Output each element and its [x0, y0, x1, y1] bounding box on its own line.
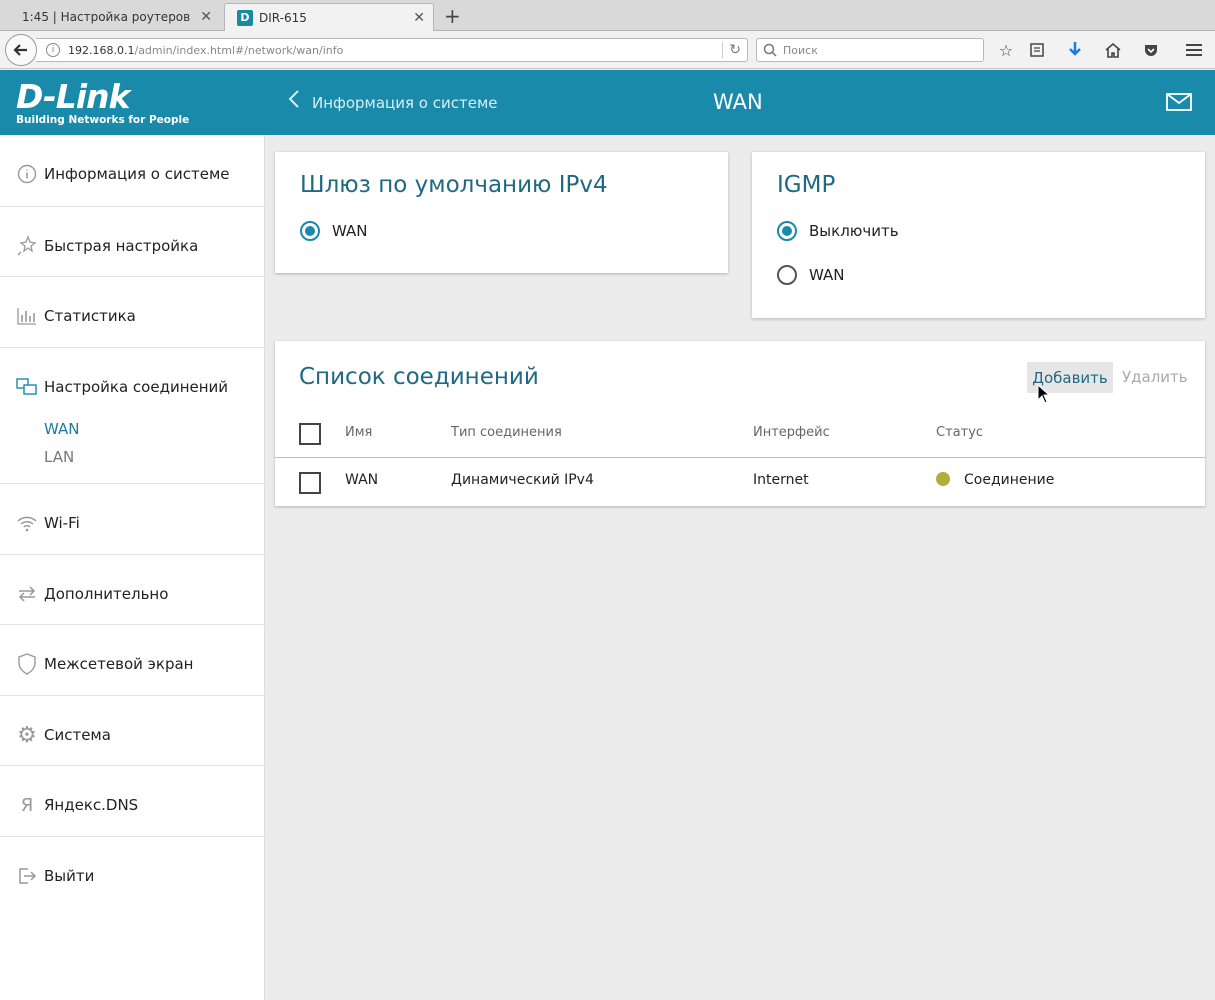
search-input[interactable]: Поиск: [756, 38, 984, 62]
column-header-type[interactable]: Тип соединения: [451, 425, 562, 440]
radio-selected-icon[interactable]: [300, 221, 320, 241]
shield-icon: [16, 653, 38, 675]
site-info-icon[interactable]: i: [46, 43, 60, 57]
sidebar-subitem-wan[interactable]: WAN: [44, 420, 80, 438]
connection-status: Соединение: [936, 472, 1054, 488]
radio-label: WAN: [809, 266, 845, 284]
yandex-icon: Я: [20, 794, 34, 816]
logout-icon: [16, 865, 38, 887]
sidebar-item-quick-setup[interactable]: Быстрая настройка: [0, 207, 265, 277]
mouse-cursor-icon: [1037, 383, 1051, 408]
sidebar-item-label: Межсетевой экран: [44, 655, 194, 673]
gateway-card-title: Шлюз по умолчанию IPv4: [300, 172, 608, 198]
back-link-label: Информация о системе: [312, 94, 498, 112]
url-path: /admin/index.html#/network/wan/info: [134, 43, 344, 57]
sidebar-item-advanced[interactable]: Дополнительно: [0, 555, 265, 625]
bookmark-star-icon[interactable]: ☆: [995, 39, 1017, 61]
sidebar-item-system[interactable]: ⚙ Система: [0, 696, 265, 766]
gateway-option-wan[interactable]: WAN: [300, 221, 368, 241]
url-bar[interactable]: i 192.168.0.1/admin/index.html#/network/…: [36, 38, 748, 62]
igmp-option-off[interactable]: Выключить: [777, 221, 899, 241]
home-icon[interactable]: [1102, 39, 1124, 61]
sidebar: Информация о системе Быстрая настройка С…: [0, 135, 265, 1000]
sidebar-item-yandex-dns[interactable]: Я Яндекс.DNS: [0, 766, 265, 837]
close-tab-icon[interactable]: ✕: [200, 9, 212, 25]
sidebar-item-label: Дополнительно: [44, 585, 169, 603]
sidebar-item-connections[interactable]: Настройка соединений WAN LAN: [0, 348, 265, 484]
connection-type: Динамический IPv4: [451, 472, 594, 488]
wifi-icon: [16, 512, 38, 534]
sidebar-subitem-lan[interactable]: LAN: [44, 448, 74, 466]
column-header-name[interactable]: Имя: [345, 425, 372, 440]
reload-icon[interactable]: ↻: [722, 42, 741, 58]
mail-icon[interactable]: [1166, 93, 1192, 115]
stats-icon: [16, 305, 38, 327]
sidebar-item-system-info[interactable]: Информация о системе: [0, 135, 265, 207]
connection-status-label: Соединение: [964, 472, 1055, 488]
delete-connection-button[interactable]: Удалить: [1122, 368, 1188, 386]
sidebar-item-label: Настройка соединений: [44, 378, 229, 396]
sidebar-item-label: Wi-Fi: [44, 514, 80, 532]
wand-icon: [16, 235, 38, 257]
pocket-icon[interactable]: [1140, 39, 1162, 61]
arrow-left-icon: [13, 44, 27, 56]
page-title: WAN: [713, 90, 763, 114]
sidebar-item-logout[interactable]: Выйти: [0, 837, 265, 907]
browser-nav-bar: i 192.168.0.1/admin/index.html#/network/…: [0, 31, 1215, 69]
chevron-left-icon: [288, 89, 300, 114]
info-icon: [16, 163, 38, 185]
radio-label: WAN: [332, 222, 368, 240]
igmp-card-title: IGMP: [777, 172, 836, 198]
sidebar-item-label: Выйти: [44, 867, 95, 885]
connection-interface: Internet: [753, 472, 809, 488]
status-dot-icon: [936, 472, 950, 486]
menu-icon[interactable]: [1183, 39, 1205, 61]
dlink-logo[interactable]: D-Link Building Networks for People: [16, 77, 190, 127]
logo-brand: D-Link: [16, 77, 130, 116]
browser-tab-active[interactable]: D DIR-615 ✕: [224, 3, 434, 31]
tab-label: DIR-615: [259, 10, 307, 25]
column-header-status[interactable]: Статус: [936, 425, 983, 440]
column-header-interface[interactable]: Интерфейс: [753, 425, 830, 440]
sidebar-item-wifi[interactable]: Wi-Fi: [0, 484, 265, 555]
gateway-card: Шлюз по умолчанию IPv4 WAN: [275, 152, 728, 273]
back-to-system-info-link[interactable]: Информация о системе: [288, 89, 498, 114]
gear-icon: ⚙: [17, 722, 37, 748]
sidebar-item-statistics[interactable]: Статистика: [0, 277, 265, 348]
row-checkbox[interactable]: [299, 472, 321, 494]
arrows-icon: [16, 583, 38, 605]
app-header: D-Link Building Networks for People Инфо…: [0, 70, 1215, 135]
reading-list-icon[interactable]: [1026, 39, 1048, 61]
logo-tagline: Building Networks for People: [16, 114, 190, 126]
sidebar-item-label: Яндекс.DNS: [44, 796, 139, 814]
browser-tab[interactable]: 1:45 | Настройка роутеров ✕: [10, 3, 220, 31]
search-placeholder: Поиск: [783, 43, 818, 57]
table-header-divider: [275, 457, 1205, 458]
igmp-card: IGMP Выключить WAN: [752, 152, 1205, 318]
sidebar-item-label: Быстрая настройка: [44, 237, 199, 255]
radio-unselected-icon[interactable]: [777, 265, 797, 285]
dlink-favicon-icon: D: [237, 9, 253, 26]
tab-label: 1:45 | Настройка роутеров: [22, 10, 191, 24]
browser-tab-bar: 1:45 | Настройка роутеров ✕ D DIR-615 ✕ …: [0, 0, 1215, 31]
select-all-checkbox[interactable]: [299, 423, 321, 445]
search-icon: [763, 43, 777, 57]
connection-name: WAN: [345, 472, 379, 488]
sidebar-item-label: Система: [44, 726, 111, 744]
igmp-option-wan[interactable]: WAN: [777, 265, 845, 285]
radio-selected-icon[interactable]: [777, 221, 797, 241]
sidebar-item-firewall[interactable]: Межсетевой экран: [0, 625, 265, 696]
radio-label: Выключить: [809, 222, 899, 240]
sidebar-item-label: Информация о системе: [44, 165, 230, 183]
network-icon: [16, 376, 38, 398]
new-tab-icon[interactable]: +: [444, 4, 461, 28]
url-host: 192.168.0.1: [68, 43, 135, 57]
download-icon[interactable]: [1064, 39, 1086, 61]
sidebar-item-label: Статистика: [44, 307, 136, 325]
back-button[interactable]: [5, 34, 37, 66]
close-tab-icon[interactable]: ✕: [413, 10, 425, 26]
connections-card-title: Список соединений: [299, 364, 539, 390]
